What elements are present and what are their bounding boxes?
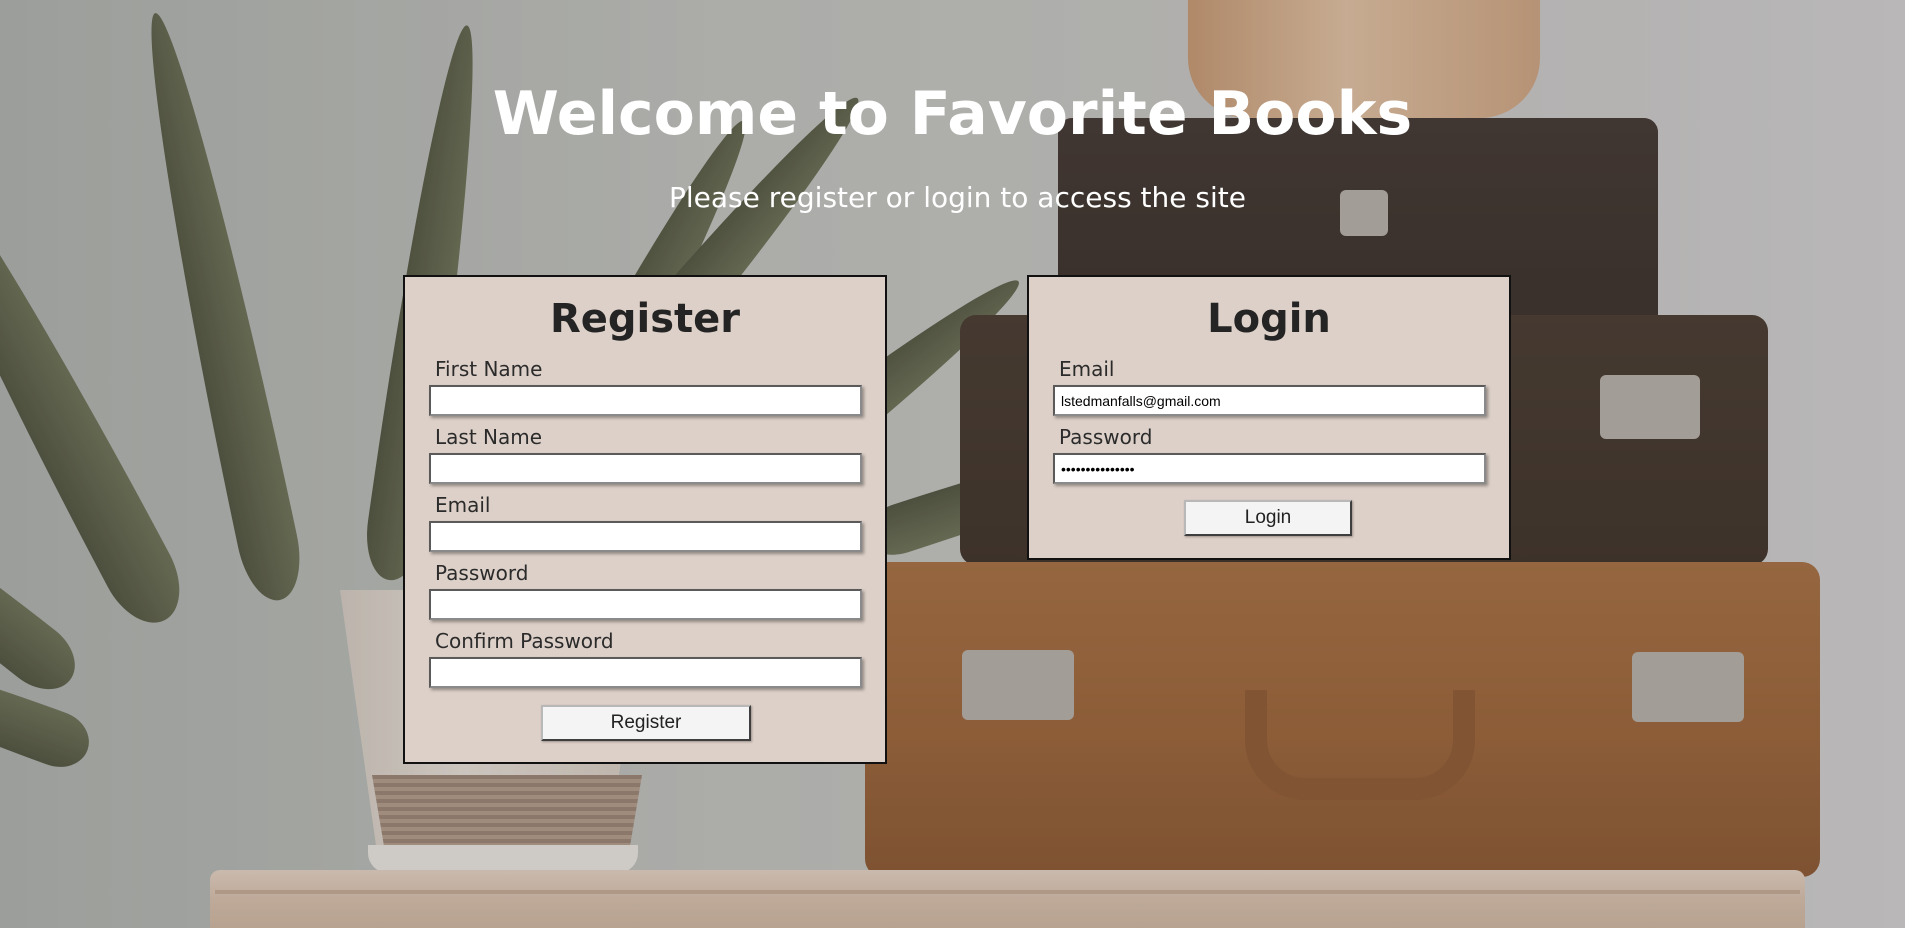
- register-email-label: Email: [435, 493, 491, 517]
- login-password-input[interactable]: [1053, 453, 1486, 484]
- page-subtitle: Please register or login to access the s…: [669, 181, 1246, 214]
- register-button[interactable]: Register: [541, 705, 751, 741]
- register-email-input[interactable]: [429, 521, 862, 552]
- confirm-password-label: Confirm Password: [435, 629, 614, 653]
- last-name-label: Last Name: [435, 425, 543, 449]
- page-title: Welcome to Favorite Books: [492, 79, 1413, 149]
- first-name-label: First Name: [435, 357, 543, 381]
- last-name-input[interactable]: [429, 453, 862, 484]
- first-name-input[interactable]: [429, 385, 862, 416]
- login-email-label: Email: [1059, 357, 1115, 381]
- login-button[interactable]: Login: [1184, 500, 1352, 536]
- login-title: Login: [1207, 296, 1331, 342]
- register-password-input[interactable]: [429, 589, 862, 620]
- register-form: Register First Name Last Name Email Pass…: [403, 275, 887, 764]
- page: Welcome to Favorite Books Please registe…: [0, 0, 1905, 928]
- login-password-label: Password: [1059, 425, 1153, 449]
- confirm-password-input[interactable]: [429, 657, 862, 688]
- register-title: Register: [549, 296, 741, 342]
- login-form: Login Email Password Login: [1027, 275, 1511, 560]
- register-password-label: Password: [435, 561, 529, 585]
- login-email-input[interactable]: [1053, 385, 1486, 416]
